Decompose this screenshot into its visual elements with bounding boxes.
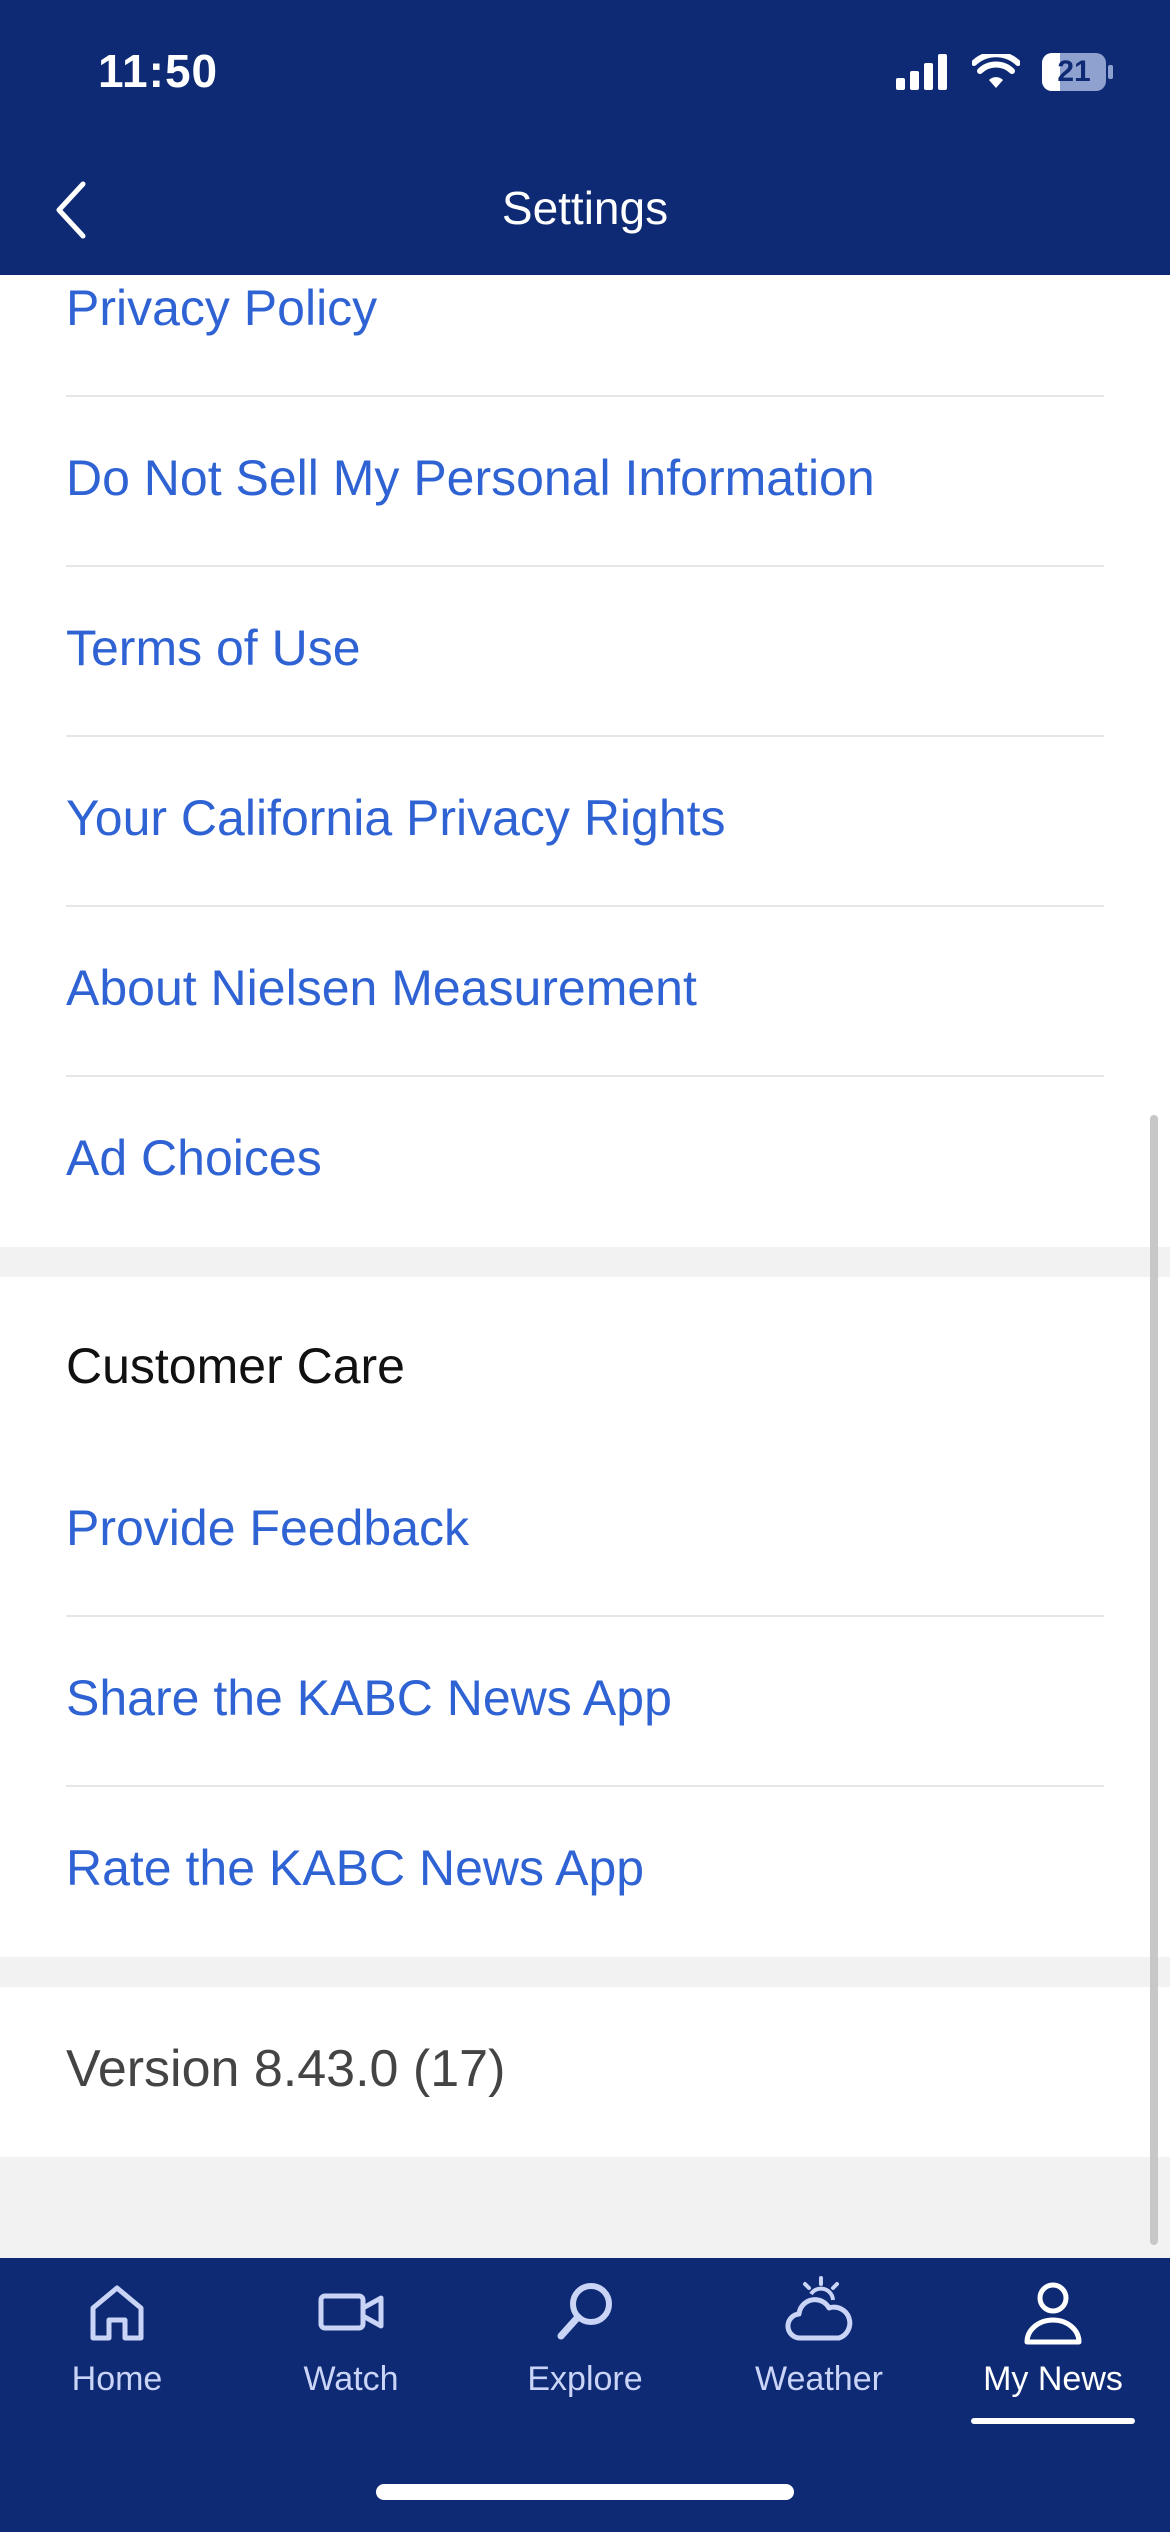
search-icon (557, 2283, 612, 2340)
cellular-signal-icon (896, 54, 947, 90)
california-privacy-link[interactable]: Your California Privacy Rights (66, 789, 726, 847)
tab-my-news[interactable]: My News (936, 2276, 1170, 2436)
provide-feedback-link[interactable]: Provide Feedback (66, 1499, 469, 1557)
cloud-sun-icon (785, 2276, 853, 2341)
terms-of-use-link[interactable]: Terms of Use (66, 619, 361, 677)
do-not-sell-link[interactable]: Do Not Sell My Personal Information (66, 449, 875, 507)
customer-care-section: Customer Care Provide Feedback Share the… (0, 1277, 1170, 1957)
provide-feedback-row[interactable]: Provide Feedback (0, 1447, 1170, 1617)
rate-app-row[interactable]: Rate the KABC News App (0, 1787, 1170, 1957)
share-app-link[interactable]: Share the KABC News App (66, 1669, 672, 1727)
settings-content: Privacy Policy Do Not Sell My Personal I… (0, 275, 1170, 2157)
tab-home[interactable]: Home (0, 2276, 234, 2436)
nielsen-measurement-link[interactable]: About Nielsen Measurement (66, 959, 697, 1017)
status-bar: 11:50 21 (0, 0, 1170, 145)
page-title: Settings (501, 182, 669, 234)
tab-watch[interactable]: Watch (234, 2276, 468, 2436)
privacy-policy-link[interactable]: Privacy Policy (66, 279, 377, 337)
ad-choices-row[interactable]: Ad Choices (0, 1077, 1170, 1247)
video-camera-icon (318, 2293, 384, 2331)
ad-choices-link[interactable]: Ad Choices (66, 1129, 322, 1187)
battery-level: 21 (1057, 55, 1091, 88)
person-icon (1024, 2282, 1082, 2345)
legal-section: Privacy Policy Do Not Sell My Personal I… (0, 275, 1170, 1247)
battery-icon: 21 (1042, 53, 1114, 91)
tab-explore-label: Explore (527, 2360, 643, 2398)
share-app-row[interactable]: Share the KABC News App (0, 1617, 1170, 1787)
active-tab-indicator (971, 2418, 1135, 2424)
home-indicator (376, 2484, 794, 2500)
tab-home-label: Home (71, 2360, 163, 2398)
do-not-sell-row[interactable]: Do Not Sell My Personal Information (0, 397, 1170, 567)
scrollbar[interactable] (1150, 1115, 1158, 2245)
california-privacy-row[interactable]: Your California Privacy Rights (0, 737, 1170, 907)
status-icons: 21 (896, 50, 1114, 94)
tab-weather[interactable]: Weather (702, 2276, 936, 2436)
rate-app-link[interactable]: Rate the KABC News App (66, 1839, 644, 1897)
version-text: Version 8.43.0 (17) (66, 2040, 506, 2098)
house-icon (90, 2285, 144, 2341)
nielsen-measurement-row[interactable]: About Nielsen Measurement (0, 907, 1170, 1077)
customer-care-header: Customer Care (0, 1277, 1170, 1447)
tab-watch-label: Watch (303, 2360, 399, 2398)
status-time: 11:50 (98, 45, 219, 97)
tab-weather-label: Weather (755, 2360, 883, 2398)
privacy-policy-row[interactable]: Privacy Policy (0, 275, 1170, 397)
section-heading: Customer Care (66, 1338, 405, 1394)
section-gap (0, 1957, 1170, 1987)
nav-bar: Settings (0, 145, 1170, 275)
section-gap (0, 1247, 1170, 1277)
terms-of-use-row[interactable]: Terms of Use (0, 567, 1170, 737)
wifi-icon (972, 54, 1020, 88)
tab-my-news-label: My News (983, 2360, 1123, 2398)
tab-explore[interactable]: Explore (468, 2276, 702, 2436)
version-row: Version 8.43.0 (17) (0, 1987, 1170, 2157)
